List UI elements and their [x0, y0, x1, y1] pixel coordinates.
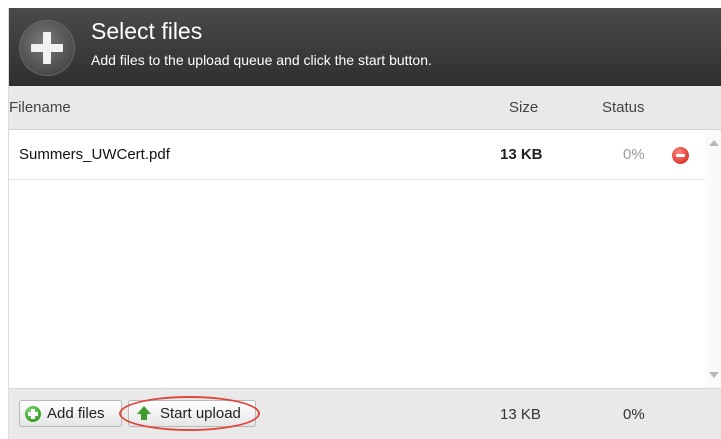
total-status: 0%: [623, 406, 645, 423]
upload-footer: Add files Start upload 13 KB 0%: [9, 388, 721, 439]
add-plus-icon: [25, 406, 41, 422]
header-title: Select files: [91, 18, 203, 44]
remove-icon[interactable]: [672, 147, 689, 164]
file-list-scrollbar[interactable]: [705, 130, 721, 388]
add-files-button[interactable]: Add files: [19, 400, 122, 427]
start-upload-button[interactable]: Start upload: [128, 400, 256, 427]
file-status: 0%: [623, 146, 645, 163]
column-header-size: Size: [509, 99, 539, 116]
file-name: Summers_UWCert.pdf: [19, 146, 170, 163]
header-subtitle: Add files to the upload queue and click …: [91, 52, 432, 68]
plus-horizontal: [31, 44, 63, 52]
upload-arrow-icon: [137, 406, 151, 421]
column-headers: Filename Size Status: [9, 86, 721, 130]
add-circle-icon[interactable]: [19, 20, 75, 76]
total-size: 13 KB: [500, 406, 541, 423]
file-size: 13 KB: [500, 146, 543, 163]
add-files-label: Add files: [47, 405, 105, 422]
scroll-up-arrow-icon[interactable]: [709, 140, 719, 146]
column-header-filename: Filename: [9, 99, 71, 116]
start-upload-label: Start upload: [160, 405, 241, 422]
upload-header: Select files Add files to the upload que…: [9, 8, 721, 86]
scroll-down-arrow-icon[interactable]: [709, 372, 719, 378]
column-header-status: Status: [602, 99, 645, 116]
file-row: Summers_UWCert.pdf 13 KB 0%: [9, 130, 705, 180]
upload-widget: Select files Add files to the upload que…: [8, 8, 721, 439]
file-list: Summers_UWCert.pdf 13 KB 0%: [9, 130, 721, 388]
